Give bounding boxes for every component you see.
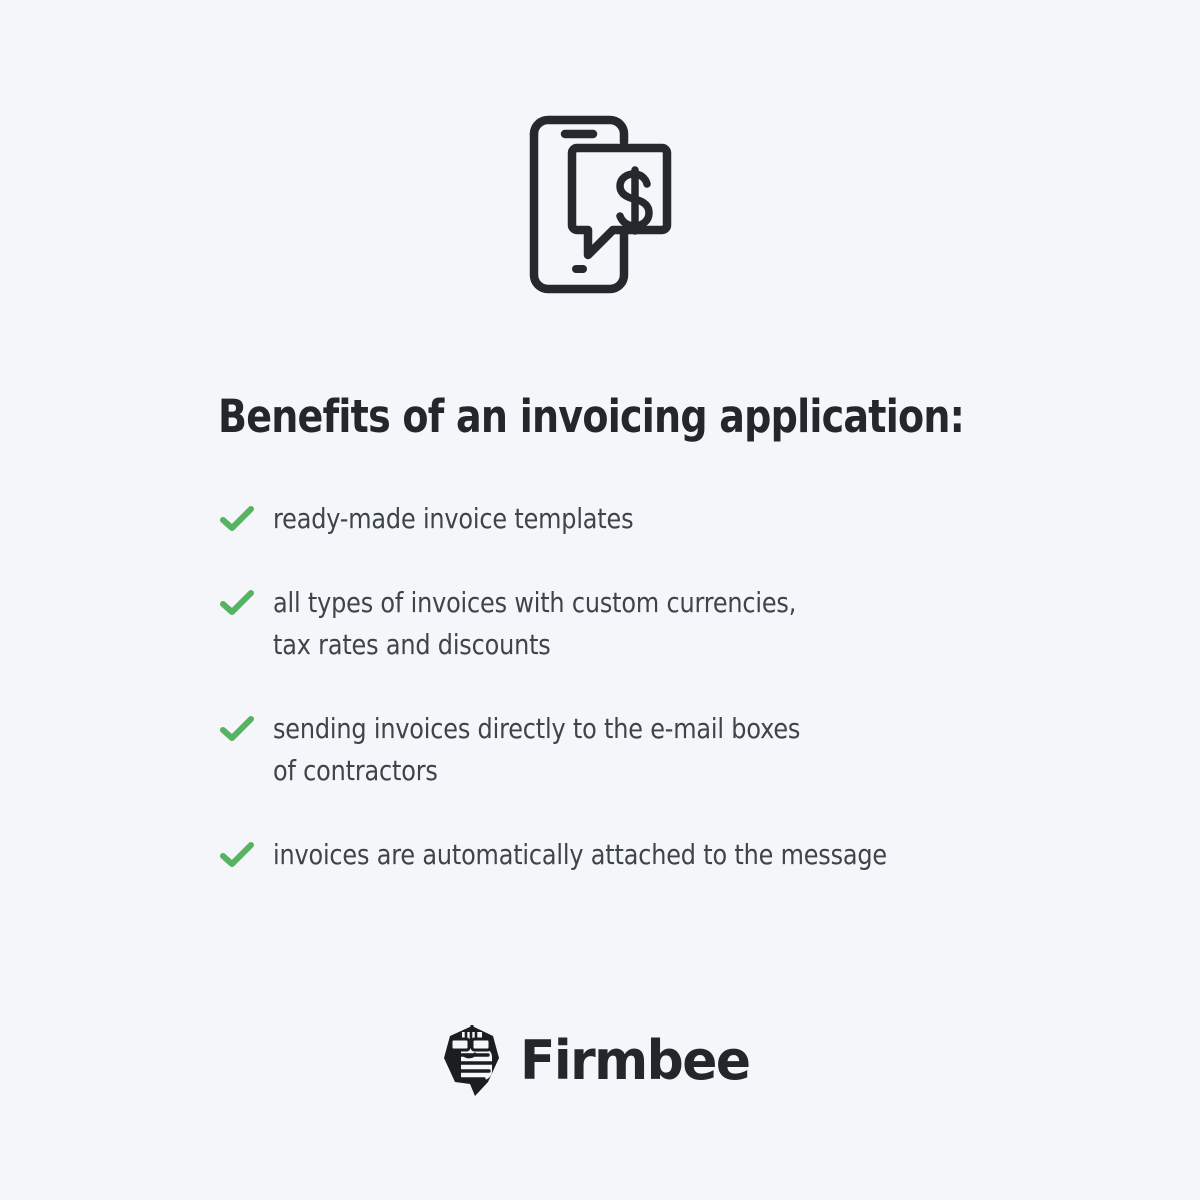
benefits-list: ready-made invoice templates all types o… — [218, 498, 1018, 876]
page-title: Benefits of an invoicing application: — [218, 390, 965, 443]
list-item: ready-made invoice templates — [218, 498, 1018, 540]
brand-name: Firmbee — [520, 1029, 751, 1092]
list-item-label: ready-made invoice templates — [273, 502, 634, 535]
check-icon — [220, 841, 254, 869]
check-icon — [220, 505, 254, 533]
check-icon — [220, 589, 254, 617]
list-item: all types of invoices with custom curren… — [218, 582, 1018, 666]
hero-illustration — [0, 112, 1200, 297]
brand-footer: Firmbee — [0, 1022, 1200, 1100]
firmbee-bee-logo-icon — [441, 1022, 503, 1100]
list-item-label: sending invoices directly to the e-mail … — [273, 712, 801, 787]
list-item-label: all types of invoices with custom curren… — [273, 586, 797, 661]
smartphone-money-message-icon — [520, 112, 680, 297]
list-item: invoices are automatically attached to t… — [218, 834, 1018, 876]
list-item-label: invoices are automatically attached to t… — [273, 838, 887, 871]
infographic-poster: Benefits of an invoicing application: re… — [0, 0, 1200, 1200]
list-item: sending invoices directly to the e-mail … — [218, 708, 1018, 792]
check-icon — [220, 715, 254, 743]
